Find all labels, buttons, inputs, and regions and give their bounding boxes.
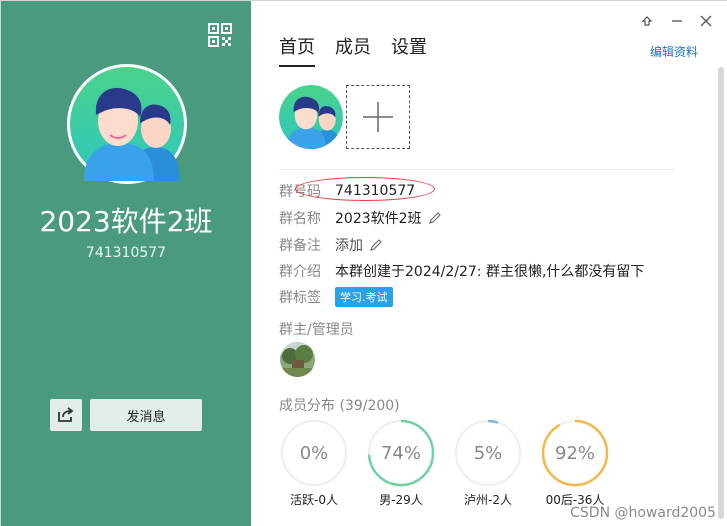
edit-profile-link[interactable]: 编辑资料	[650, 43, 698, 60]
group-avatar-image	[70, 67, 184, 181]
info-row-intro: 群介绍 本群创建于2024/2/27: 群主很懒,什么都没有留下	[279, 261, 644, 281]
stat-male-percent: 74%	[380, 442, 421, 464]
edit-name-pencil-icon[interactable]	[428, 211, 442, 225]
section-divider	[279, 169, 675, 170]
send-message-button[interactable]: 发消息	[90, 399, 202, 431]
intro-label: 群介绍	[279, 264, 321, 280]
remark-label: 群备注	[279, 238, 321, 254]
stat-active: 0% 活跃-0人	[280, 419, 348, 507]
group-name-heading: 2023软件2班	[39, 205, 213, 238]
info-row-group-name: 群名称 2023软件2班	[279, 208, 442, 228]
tab-home[interactable]: 首页	[279, 33, 315, 67]
group-tag-badge[interactable]: 学习.考试	[335, 287, 393, 307]
right-panel: 首页 成员 设置 编辑资料 群号码 741310577 群名称 2023软件2班…	[251, 1, 727, 526]
share-button[interactable]	[50, 399, 82, 431]
add-avatar-button[interactable]	[346, 85, 410, 149]
left-panel: 2023软件2班 741310577 发消息	[1, 1, 251, 526]
group-avatar-large[interactable]	[67, 64, 187, 184]
pin-icon[interactable]	[639, 13, 655, 29]
member-distribution-title: 成员分布 (39/200)	[279, 398, 400, 414]
intro-value: 本群创建于2024/2/27: 群主很懒,什么都没有留下	[335, 264, 645, 280]
info-row-tags: 群标签 学习.考试	[279, 287, 393, 307]
group-number-text: 741310577	[85, 245, 167, 261]
group-name-value: 2023软件2班	[335, 211, 422, 227]
scroll-up-arrow[interactable]	[718, 59, 724, 73]
group-profile-window: 2023软件2班 741310577 发消息 首页 成员 设置 编辑资料 群号码…	[0, 0, 727, 526]
close-icon[interactable]	[698, 13, 714, 29]
stat-age-percent: 92%	[554, 442, 595, 464]
stat-male: 74% 男-29人	[367, 419, 435, 507]
stat-location-percent: 5%	[473, 442, 503, 464]
qr-code-icon[interactable]	[208, 23, 232, 47]
owner-admin-title: 群主/管理员	[279, 322, 354, 338]
plus-icon	[363, 102, 393, 132]
stat-active-percent: 0%	[299, 442, 329, 464]
stat-age: 92% 00后-36人	[541, 419, 609, 507]
tag-label: 群标签	[279, 290, 321, 306]
group-avatar-thumbnail[interactable]	[279, 85, 343, 149]
info-row-remark: 群备注 添加	[279, 235, 383, 255]
owner-avatar[interactable]	[280, 342, 315, 377]
group-name-label: 群名称	[279, 211, 321, 227]
tab-bar: 首页 成员 设置	[279, 33, 427, 67]
csdn-watermark: CSDN @howard2005	[570, 505, 716, 521]
red-circle-annotation	[295, 177, 435, 201]
share-icon	[58, 407, 74, 422]
tab-members[interactable]: 成员	[335, 33, 371, 67]
remark-add-link[interactable]: 添加	[335, 235, 363, 255]
minimize-icon[interactable]	[669, 13, 685, 29]
edit-remark-pencil-icon[interactable]	[369, 238, 383, 252]
scrollbar-thumb[interactable]	[718, 67, 724, 519]
tab-settings[interactable]: 设置	[391, 33, 427, 67]
stat-location: 5% 泸州-2人	[454, 419, 522, 507]
